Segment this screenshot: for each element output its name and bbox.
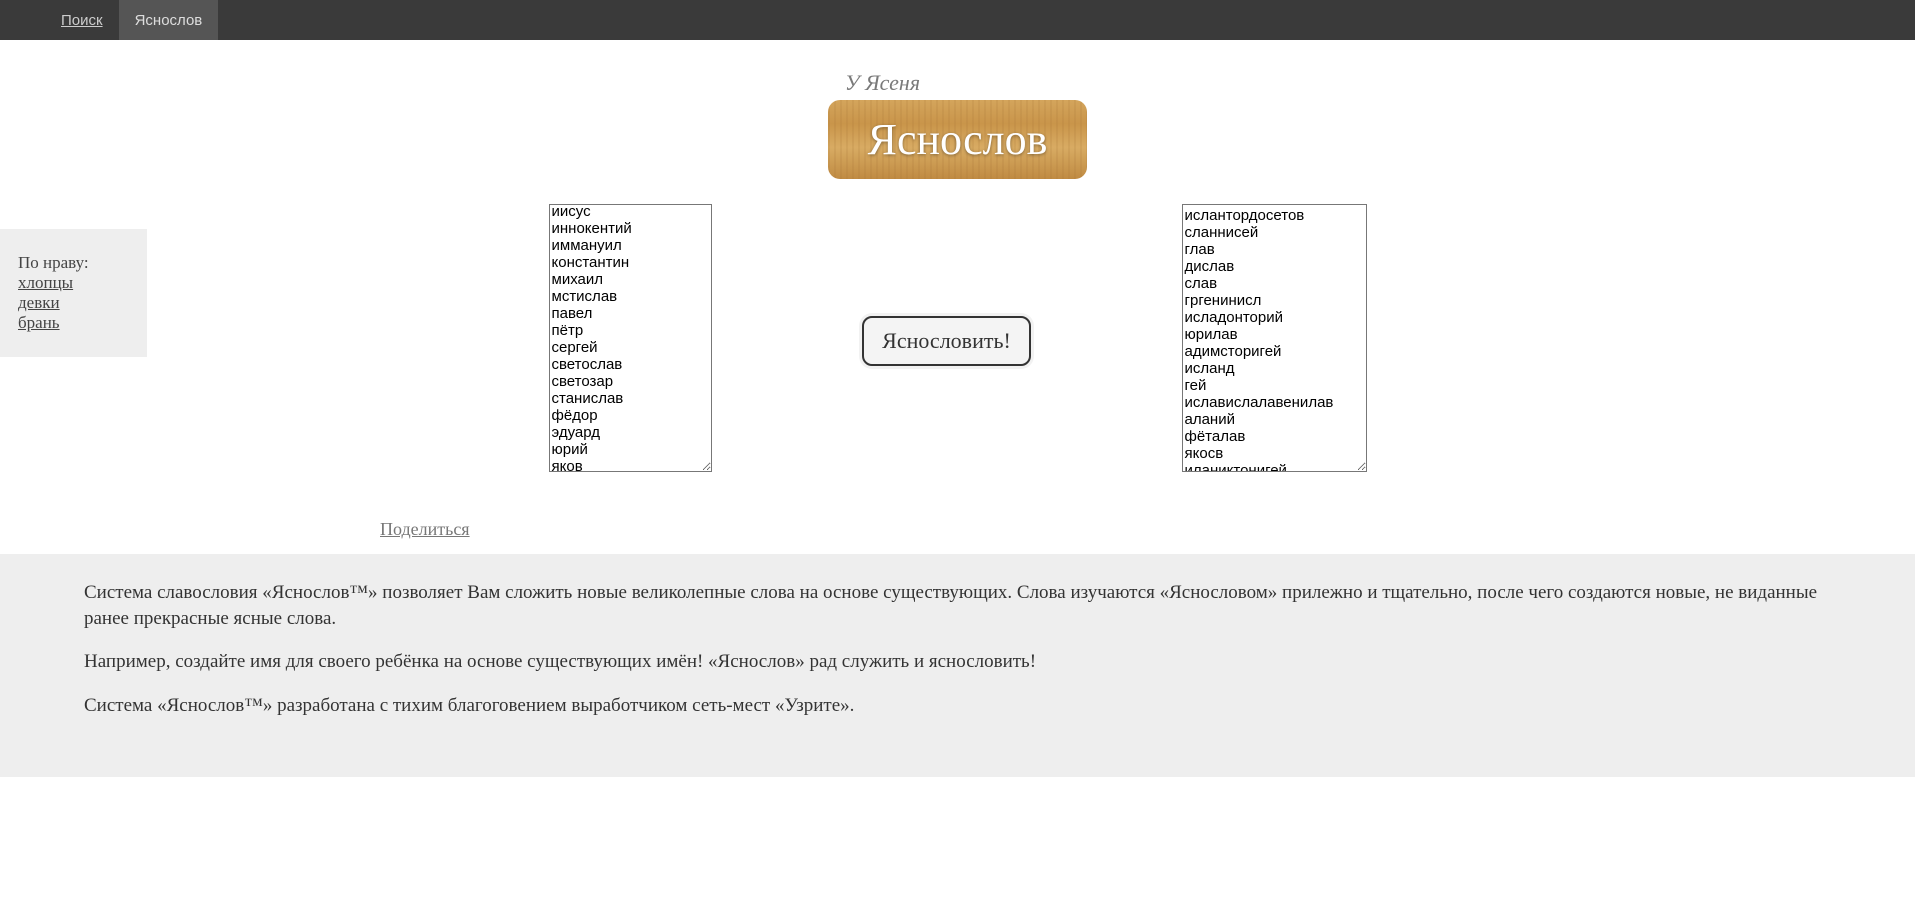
nav-app-link[interactable]: Яснослов [119, 0, 219, 40]
output-column [1182, 204, 1367, 477]
sidebar-link[interactable]: брань [18, 313, 129, 333]
sidebar-link[interactable]: девки [18, 293, 129, 313]
sidebar-link[interactable]: хлопцы [18, 273, 129, 293]
description-paragraph: Система «Яснослов™» разработана с тихим … [84, 693, 1831, 719]
header: У Ясеня Яснослов [0, 40, 1915, 179]
generate-button[interactable]: Яснословить! [862, 316, 1031, 366]
app-title-banner: Яснослов [828, 100, 1088, 179]
action-column: Яснословить! [712, 316, 1182, 366]
input-words-textarea[interactable] [549, 204, 712, 472]
description-paragraph: Например, создайте имя для своего ребёнк… [84, 649, 1831, 675]
description-paragraph: Система славословия «Яснослов™» позволяе… [84, 580, 1831, 631]
pretitle: У Ясеня [0, 70, 1915, 96]
sidebar-favorites: По нраву: хлопцы девки брань [0, 229, 147, 357]
nav-search-link[interactable]: Поиск [45, 0, 119, 40]
description-footer: Система славословия «Яснослов™» позволяе… [0, 554, 1915, 777]
top-navbar: Поиск Яснослов [0, 0, 1915, 40]
share-row: Поделиться [380, 519, 1915, 540]
output-words-textarea[interactable] [1182, 204, 1367, 472]
sidebar-heading: По нраву: [18, 253, 129, 273]
share-link[interactable]: Поделиться [380, 519, 470, 539]
input-column [549, 204, 712, 477]
main-area: Яснословить! [0, 204, 1915, 477]
